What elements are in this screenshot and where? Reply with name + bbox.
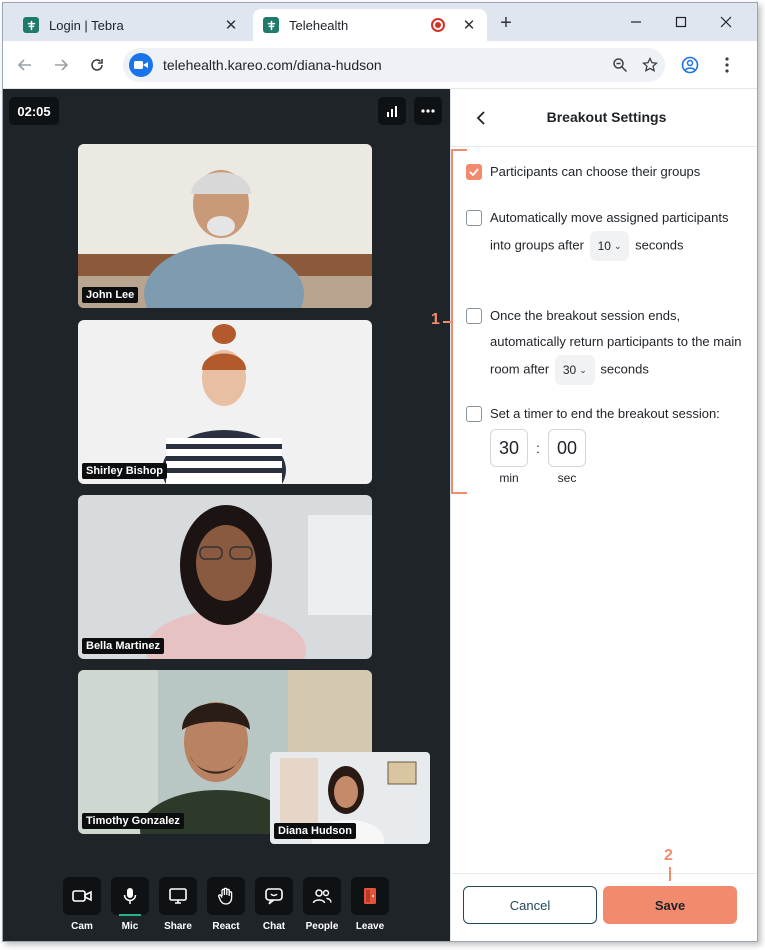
timer-minutes-input[interactable]: 30 bbox=[490, 429, 528, 467]
panel-footer: Cancel Save bbox=[451, 873, 757, 941]
auto-return-unit: seconds bbox=[600, 361, 649, 377]
tab-title: Telehealth bbox=[289, 17, 349, 33]
participant-name: John Lee bbox=[82, 287, 139, 303]
chat-icon[interactable] bbox=[255, 877, 293, 915]
people-icon[interactable] bbox=[303, 877, 341, 915]
address-toolbar: telehealth.kareo.com/diana-hudson bbox=[3, 41, 757, 89]
react-control[interactable]: React bbox=[207, 877, 245, 932]
panel-header: Breakout Settings bbox=[451, 89, 757, 147]
participant-tile[interactable]: John Lee bbox=[78, 144, 372, 308]
microphone-icon[interactable] bbox=[111, 877, 149, 915]
auto-return-seconds-select[interactable]: 30 ⌄ bbox=[554, 355, 595, 385]
self-view-tile[interactable]: Diana Hudson bbox=[270, 752, 430, 844]
close-tab-icon[interactable]: ✕ bbox=[223, 17, 239, 34]
profile-icon[interactable] bbox=[678, 53, 702, 77]
participant-video bbox=[78, 320, 372, 484]
auto-move-option[interactable]: Automatically move assigned participants… bbox=[466, 205, 751, 285]
annotation-leader-2 bbox=[669, 867, 671, 881]
timer-seconds-input[interactable]: 00 bbox=[548, 429, 586, 467]
close-window-icon[interactable] bbox=[713, 11, 739, 33]
control-label: Leave bbox=[355, 921, 385, 932]
cancel-button[interactable]: Cancel bbox=[463, 886, 597, 924]
video-area: 02:05 John Lee Shirley Bishop Bella Mart… bbox=[3, 89, 450, 941]
timer-label: Set a timer to end the breakout session: bbox=[490, 406, 720, 421]
video-site-icon bbox=[129, 53, 153, 77]
participant-name: Bella Martinez bbox=[82, 638, 164, 654]
auto-move-text: Automatically move assigned participants… bbox=[490, 205, 752, 261]
participant-name: Shirley Bishop bbox=[82, 463, 168, 479]
auto-move-seconds-select[interactable]: 10 ⌄ bbox=[589, 231, 630, 261]
choose-groups-option[interactable]: Participants can choose their groups bbox=[466, 159, 751, 185]
address-bar[interactable]: telehealth.kareo.com/diana-hudson bbox=[123, 48, 665, 82]
browser-menu-icon[interactable] bbox=[715, 53, 739, 77]
back-icon[interactable] bbox=[13, 53, 37, 77]
hand-icon[interactable] bbox=[207, 877, 245, 915]
timer-minutes-label: min bbox=[499, 471, 519, 485]
participant-tile[interactable]: Shirley Bishop bbox=[78, 320, 372, 484]
timer-checkbox[interactable] bbox=[466, 406, 482, 422]
browser-window: Login | Tebra ✕ Telehealth ✕ + telehealt… bbox=[2, 2, 758, 942]
timer-option[interactable]: Set a timer to end the breakout session:… bbox=[466, 401, 751, 491]
participant-video bbox=[78, 495, 372, 659]
breakout-settings-panel: Breakout Settings Participants can choos… bbox=[450, 89, 757, 941]
tebra-favicon-icon bbox=[263, 17, 279, 33]
chevron-down-icon: ⌄ bbox=[579, 365, 587, 375]
annotation-leader-1 bbox=[443, 321, 451, 323]
timer-seconds-label: sec bbox=[557, 471, 577, 485]
url-text: telehealth.kareo.com/diana-hudson bbox=[163, 57, 382, 73]
close-tab-icon[interactable]: ✕ bbox=[461, 17, 477, 34]
tab-login[interactable]: Login | Tebra ✕ bbox=[13, 9, 249, 41]
self-view-name: Diana Hudson bbox=[274, 823, 356, 839]
tab-strip: Login | Tebra ✕ Telehealth ✕ + bbox=[3, 3, 757, 41]
call-timer: 02:05 bbox=[9, 97, 59, 125]
participant-tile[interactable]: Bella Martinez bbox=[78, 495, 372, 659]
bookmark-star-icon[interactable] bbox=[635, 50, 665, 80]
choose-groups-checkbox[interactable] bbox=[466, 164, 482, 180]
auto-move-unit: seconds bbox=[635, 237, 684, 253]
people-control[interactable]: People bbox=[303, 877, 341, 932]
timer-colon: : bbox=[536, 440, 540, 456]
save-button[interactable]: Save bbox=[603, 886, 737, 924]
leave-icon[interactable] bbox=[351, 877, 389, 915]
auto-move-value: 10 bbox=[597, 239, 611, 253]
zoom-icon[interactable] bbox=[605, 50, 635, 80]
panel-title: Breakout Settings bbox=[546, 109, 667, 125]
more-options-icon[interactable] bbox=[414, 97, 442, 125]
camera-icon[interactable] bbox=[63, 877, 101, 915]
signal-bars-icon[interactable] bbox=[378, 97, 406, 125]
tebra-favicon-icon bbox=[23, 17, 39, 33]
leave-control[interactable]: Leave bbox=[351, 877, 389, 932]
call-controls: Cam Mic Share React Chat People Leave bbox=[61, 877, 401, 937]
auto-return-checkbox[interactable] bbox=[466, 308, 482, 324]
tab-title: Login | Tebra bbox=[49, 17, 124, 33]
forward-icon[interactable] bbox=[49, 53, 73, 77]
auto-return-value: 30 bbox=[562, 363, 577, 377]
maximize-icon[interactable] bbox=[668, 11, 694, 33]
choose-groups-label: Participants can choose their groups bbox=[490, 164, 701, 179]
tab-telehealth[interactable]: Telehealth ✕ bbox=[253, 9, 487, 41]
mic-active-indicator bbox=[119, 914, 141, 916]
auto-move-checkbox[interactable] bbox=[466, 210, 482, 226]
chevron-down-icon: ⌄ bbox=[613, 241, 622, 251]
reload-icon[interactable] bbox=[85, 53, 109, 77]
cam-control[interactable]: Cam bbox=[63, 877, 101, 932]
new-tab-icon[interactable]: + bbox=[495, 13, 517, 35]
share-control[interactable]: Share bbox=[159, 877, 197, 932]
annotation-bracket bbox=[451, 149, 467, 494]
annotation-marker-1: 1 bbox=[431, 311, 440, 328]
minimize-icon[interactable] bbox=[623, 11, 649, 33]
auto-return-text: Once the breakout session ends, automati… bbox=[490, 303, 752, 385]
participant-video bbox=[78, 144, 372, 308]
chat-control[interactable]: Chat bbox=[255, 877, 293, 932]
mic-control[interactable]: Mic bbox=[111, 877, 149, 932]
share-screen-icon[interactable] bbox=[159, 877, 197, 915]
recording-icon bbox=[431, 18, 445, 32]
annotation-marker-2: 2 bbox=[664, 847, 673, 864]
participant-name: Timothy Gonzalez bbox=[82, 813, 184, 829]
auto-return-option[interactable]: Once the breakout session ends, automati… bbox=[466, 303, 752, 385]
